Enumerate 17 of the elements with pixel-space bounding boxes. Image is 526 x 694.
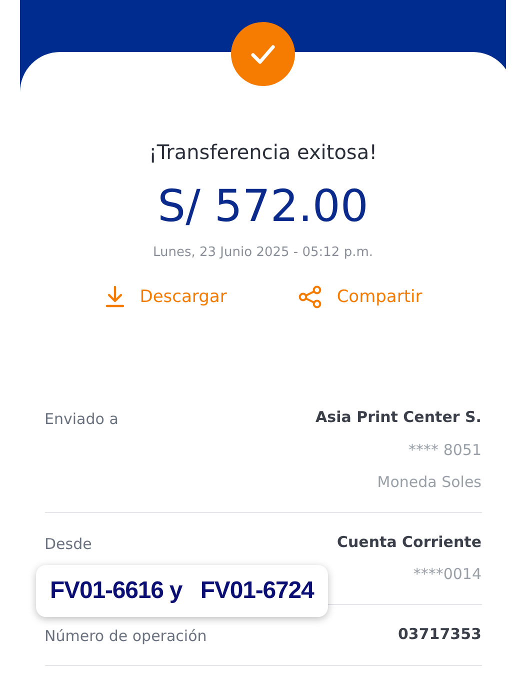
download-button[interactable]: Descargar xyxy=(104,284,227,310)
share-button[interactable]: Compartir xyxy=(296,284,422,310)
detail-label: Desde xyxy=(44,534,92,554)
invoice-note: FV01-6616 y FV01-6724 xyxy=(36,565,328,617)
detail-value: **** 8051 xyxy=(408,440,482,460)
transfer-date: Lunes, 23 Junio 2025 - 05:12 p.m. xyxy=(152,244,374,262)
share-icon xyxy=(296,285,323,310)
detail-value: 03717353 xyxy=(398,624,482,644)
detail-value: Asia Print Center S. xyxy=(316,407,482,428)
detail-value: Moneda Soles xyxy=(377,472,482,493)
success-title: ¡Transferencia exitosa! xyxy=(148,139,378,166)
detail-label: Enviado a xyxy=(44,409,118,430)
detail-value: ****0014 xyxy=(413,564,482,585)
download-icon xyxy=(104,285,126,310)
detail-value: Cuenta Corriente xyxy=(337,532,482,552)
detail-label: Número de operación xyxy=(44,626,207,646)
amount: S/ 572.00 xyxy=(158,181,368,233)
